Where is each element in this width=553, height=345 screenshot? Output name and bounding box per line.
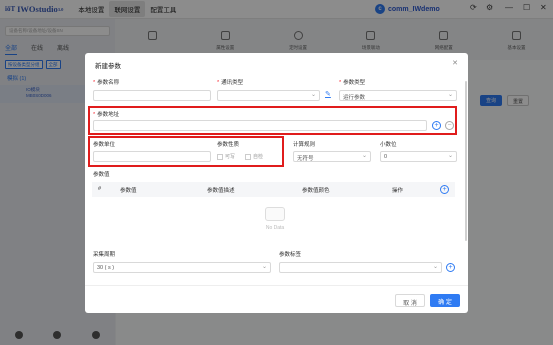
empty-box-icon	[265, 207, 285, 221]
collect-period-label: 采集周期	[93, 252, 116, 258]
param-type-label: * 参数类型	[339, 80, 366, 86]
col-index: #	[98, 186, 102, 192]
cancel-button[interactable]: 取 消	[395, 294, 425, 307]
new-parameter-dialog: 新建参数 ✕ *参数名称 *通讯类型 ✎ *参数类型 运行参数 *参数地址 + …	[85, 53, 468, 313]
add-address-icon[interactable]: +	[432, 121, 441, 130]
empty-state: No Data	[255, 207, 295, 231]
close-icon[interactable]: ✕	[452, 59, 458, 67]
confirm-button[interactable]: 确 定	[430, 294, 460, 307]
param-tags-label: 参数标签	[279, 252, 302, 258]
col-value: 参数值	[120, 188, 137, 194]
comm-type-select[interactable]	[217, 90, 320, 101]
remove-address-icon[interactable]: −	[445, 121, 454, 130]
decimals-select[interactable]: 0	[380, 151, 457, 162]
param-unit-label: 参数单位	[93, 142, 116, 148]
col-description: 参数值描述	[207, 188, 235, 194]
dialog-scrollbar[interactable]	[465, 81, 467, 241]
param-address-input[interactable]	[93, 120, 427, 131]
param-values-table-header: # 参数值 参数值描述 参数值颜色 操作	[92, 182, 455, 197]
param-tags-select[interactable]	[279, 262, 442, 273]
empty-text: No Data	[265, 225, 285, 231]
param-nature-label: 参数性质	[217, 142, 240, 148]
param-type-select[interactable]: 运行参数	[339, 90, 457, 101]
add-value-icon[interactable]: +	[440, 185, 449, 194]
decimals-label: 小数位	[380, 142, 397, 148]
calc-rule-select[interactable]: 无符号	[293, 151, 371, 162]
param-unit-input[interactable]	[93, 151, 211, 162]
self-check-checkbox[interactable]: 自检	[245, 153, 263, 160]
param-name-label: * 参数名称	[93, 80, 120, 86]
dialog-footer: 取 消 确 定	[85, 285, 468, 313]
param-name-input[interactable]	[93, 90, 211, 101]
collect-period-select[interactable]: 30 ( s )	[93, 262, 271, 273]
calc-rule-label: 计算规则	[293, 142, 316, 148]
param-values-label: 参数值	[93, 172, 110, 178]
edit-icon[interactable]: ✎	[325, 90, 331, 98]
dialog-title: 新建参数	[95, 63, 121, 70]
param-address-label: * 参数地址	[93, 112, 120, 118]
add-tag-icon[interactable]: +	[446, 263, 455, 272]
writable-checkbox[interactable]: 可写	[217, 153, 235, 160]
col-color: 参数值颜色	[302, 188, 330, 194]
col-actions: 操作	[392, 188, 404, 194]
comm-type-label: * 通讯类型	[217, 80, 244, 86]
